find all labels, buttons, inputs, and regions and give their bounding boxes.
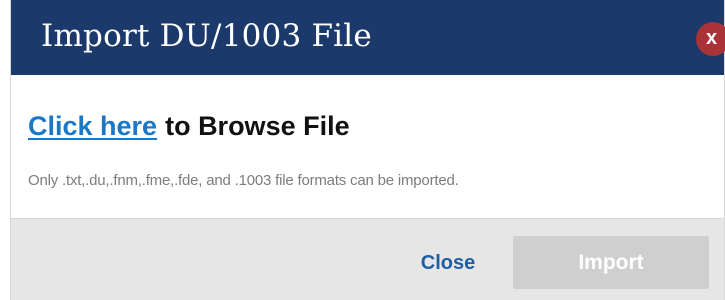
- import-dialog: Import DU/1003 File x Click here to Brows…: [10, 0, 725, 300]
- file-format-hint: Only .txt,.du,.fnm,.fme,.fde, and .1003 …: [28, 172, 459, 189]
- close-button[interactable]: Close: [413, 248, 483, 278]
- browse-line: Click here to Browse File: [28, 108, 350, 144]
- dialog-body: Click here to Browse File Only .txt,.du,.…: [11, 75, 724, 215]
- browse-file-label: to Browse File: [165, 111, 350, 141]
- dialog-header: Import DU/1003 File x: [11, 0, 725, 75]
- import-button[interactable]: Import: [513, 236, 709, 289]
- dialog-title: Import DU/1003 File: [41, 18, 372, 54]
- close-icon[interactable]: x: [696, 22, 725, 56]
- browse-file-link[interactable]: Click here: [28, 111, 157, 141]
- dialog-footer: Close Import: [11, 218, 724, 300]
